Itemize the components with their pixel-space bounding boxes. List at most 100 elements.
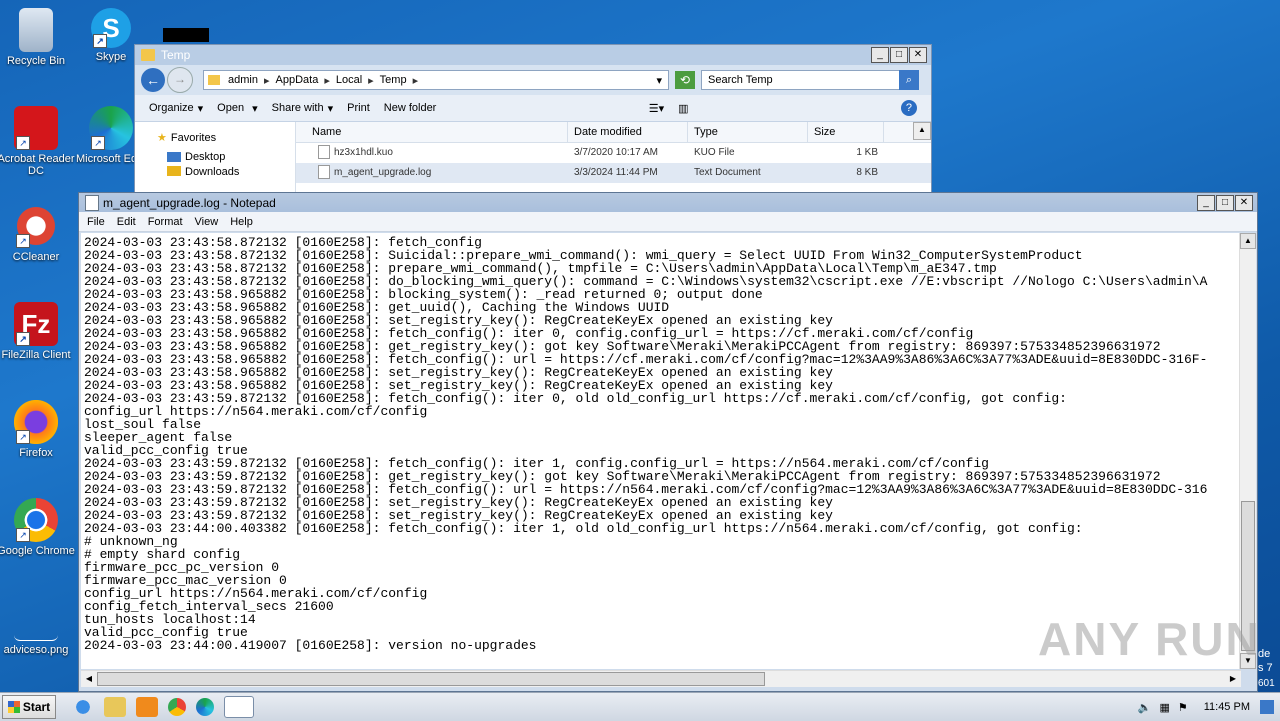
search-input[interactable]: Search Temp ⌕: [701, 70, 919, 90]
column-header-date[interactable]: Date modified: [568, 122, 688, 142]
menu-view[interactable]: View: [195, 216, 219, 228]
background-text: 601: [1258, 678, 1275, 689]
explorer-window[interactable]: Temp _ □ ✕ ← → admin ▸ AppData ▸ Local ▸ Te…: [134, 44, 932, 196]
menu-help[interactable]: Help: [230, 216, 253, 228]
maximize-button[interactable]: □: [1216, 194, 1234, 211]
column-header-size[interactable]: Size: [808, 122, 884, 142]
acrobat-icon: ↗: [14, 106, 58, 150]
scroll-up-arrow-icon[interactable]: ▲: [913, 122, 931, 140]
file-type: KUO File: [694, 147, 735, 158]
desktop-icon-filezilla[interactable]: Fz ↗ FileZilla Client: [0, 302, 75, 361]
menu-edit[interactable]: Edit: [117, 216, 136, 228]
file-explorer-icon[interactable]: [104, 697, 126, 717]
breadcrumb-item[interactable]: Temp: [380, 74, 407, 86]
recycle-bin-icon: [19, 8, 53, 52]
chevron-right-icon[interactable]: ▸: [264, 74, 270, 87]
preview-pane-icon[interactable]: ▥: [678, 102, 688, 115]
breadcrumb-item[interactable]: admin: [228, 74, 258, 86]
nav-item-favorites[interactable]: ★ Favorites: [135, 128, 295, 147]
file-row[interactable]: hz3x1hdl.kuo 3/7/2020 10:17 AM KUO File …: [296, 143, 931, 163]
file-type: Text Document: [694, 167, 761, 178]
desktop-icon-recycle-bin[interactable]: Recycle Bin: [0, 8, 75, 67]
minimize-button[interactable]: _: [1197, 194, 1215, 211]
chevron-down-icon[interactable]: ▾: [328, 102, 334, 115]
chevron-right-icon[interactable]: ▸: [324, 74, 330, 87]
print-button[interactable]: Print: [347, 102, 370, 114]
start-button[interactable]: Start: [2, 695, 56, 719]
address-bar[interactable]: admin ▸ AppData ▸ Local ▸ Temp ▸ ▾: [203, 70, 669, 90]
breadcrumb-item[interactable]: AppData: [276, 74, 319, 86]
maximize-button[interactable]: □: [890, 47, 908, 63]
chevron-down-icon[interactable]: ▾: [252, 102, 258, 115]
organize-button[interactable]: Organize: [149, 102, 194, 114]
file-row[interactable]: m_agent_upgrade.log 3/3/2024 11:44 PM Te…: [296, 163, 931, 183]
desktop-icon-adviceso[interactable]: adviceso.png: [0, 600, 75, 656]
speaker-icon[interactable]: 🔈: [1138, 701, 1152, 714]
column-header-type[interactable]: Type: [688, 122, 808, 142]
chevron-right-icon[interactable]: ▸: [368, 74, 374, 87]
column-header-name[interactable]: Name: [296, 122, 568, 142]
shortcut-arrow-icon: ↗: [16, 136, 30, 150]
show-desktop-button[interactable]: [1260, 700, 1274, 714]
clock[interactable]: 11:45 PM: [1204, 701, 1250, 713]
nav-item-downloads[interactable]: Downloads: [135, 166, 295, 176]
notepad-title: m_agent_upgrade.log - Notepad: [103, 195, 276, 210]
folder-icon: [208, 75, 220, 85]
vertical-scrollbar[interactable]: ▲ ▼: [1239, 233, 1256, 669]
media-player-icon[interactable]: [136, 697, 158, 717]
chrome-icon[interactable]: [168, 698, 186, 716]
file-list-header: Name Date modified Type Size: [296, 122, 931, 143]
chevron-down-icon[interactable]: ▾: [198, 102, 204, 115]
new-folder-button[interactable]: New folder: [384, 102, 437, 114]
close-button[interactable]: ✕: [1235, 194, 1253, 211]
file-date: 3/3/2024 11:44 PM: [574, 167, 658, 178]
navigation-pane: ★ Favorites Desktop Downloads: [135, 122, 296, 194]
desktop-icon-acrobat[interactable]: ↗ Acrobat Reader DC: [0, 106, 75, 177]
chevron-right-icon[interactable]: ▸: [413, 74, 419, 87]
share-with-button[interactable]: Share with: [272, 102, 324, 114]
desktop-icon-label: Firefox: [19, 447, 53, 459]
scrollbar-thumb[interactable]: [97, 672, 765, 686]
notepad-taskbar-icon[interactable]: [224, 696, 254, 718]
skype-icon: S ↗: [91, 8, 131, 48]
file-icon: [318, 145, 330, 160]
search-icon[interactable]: ⌕: [899, 70, 919, 90]
image-file-icon: [14, 600, 58, 641]
notepad-titlebar[interactable]: m_agent_upgrade.log - Notepad _ □ ✕: [79, 193, 1257, 212]
address-dropdown-icon[interactable]: ▾: [656, 74, 662, 87]
edge-icon: ↗: [89, 106, 133, 150]
desktop-icon-firefox[interactable]: ↗ Firefox: [0, 400, 75, 459]
menu-file[interactable]: File: [87, 216, 105, 228]
text-editor-area[interactable]: 2024-03-03 23:43:58.872132 [0160E258]: f…: [81, 233, 1241, 669]
explorer-titlebar[interactable]: Temp _ □ ✕: [135, 45, 931, 65]
filezilla-icon: Fz ↗: [14, 302, 58, 346]
open-button[interactable]: Open: [217, 102, 244, 114]
system-tray: 🔈 ▦ ⚑ 11:45 PM: [1138, 700, 1280, 714]
nav-item-desktop[interactable]: Desktop: [135, 147, 295, 166]
search-placeholder: Search Temp: [708, 74, 773, 86]
text-file-icon: [318, 165, 330, 180]
network-icon[interactable]: ▦: [1159, 701, 1169, 714]
desktop-icon-label: Recycle Bin: [6, 55, 66, 67]
forward-arrow-icon[interactable]: →: [167, 67, 193, 93]
desktop-icon: [167, 151, 181, 162]
flag-icon[interactable]: ⚑: [1178, 701, 1188, 714]
scroll-right-arrow-icon[interactable]: ▶: [1225, 671, 1241, 687]
desktop-icon-chrome[interactable]: ↗ Google Chrome: [0, 498, 75, 557]
address-bar-row: ← → admin ▸ AppData ▸ Local ▸ Temp ▸ ▾ ⟲ Sea…: [135, 65, 931, 95]
desktop-icon-ccleaner[interactable]: ↗ CCleaner: [0, 204, 75, 263]
horizontal-scrollbar[interactable]: ◀ ▶: [81, 670, 1241, 687]
help-icon[interactable]: ?: [900, 100, 917, 116]
close-button[interactable]: ✕: [909, 47, 927, 63]
edge-icon[interactable]: [196, 698, 214, 716]
minimize-button[interactable]: _: [871, 47, 889, 63]
breadcrumb-item[interactable]: Local: [336, 74, 362, 86]
menu-format[interactable]: Format: [148, 216, 183, 228]
file-name: hz3x1hdl.kuo: [334, 147, 393, 158]
scroll-up-arrow-icon[interactable]: ▲: [1240, 233, 1256, 249]
internet-explorer-icon[interactable]: [72, 697, 94, 717]
view-options-icon[interactable]: ☰▾: [649, 102, 664, 115]
refresh-icon[interactable]: ⟲: [675, 71, 695, 89]
scroll-left-arrow-icon[interactable]: ◀: [81, 671, 97, 687]
back-arrow-icon[interactable]: ←: [141, 68, 165, 92]
